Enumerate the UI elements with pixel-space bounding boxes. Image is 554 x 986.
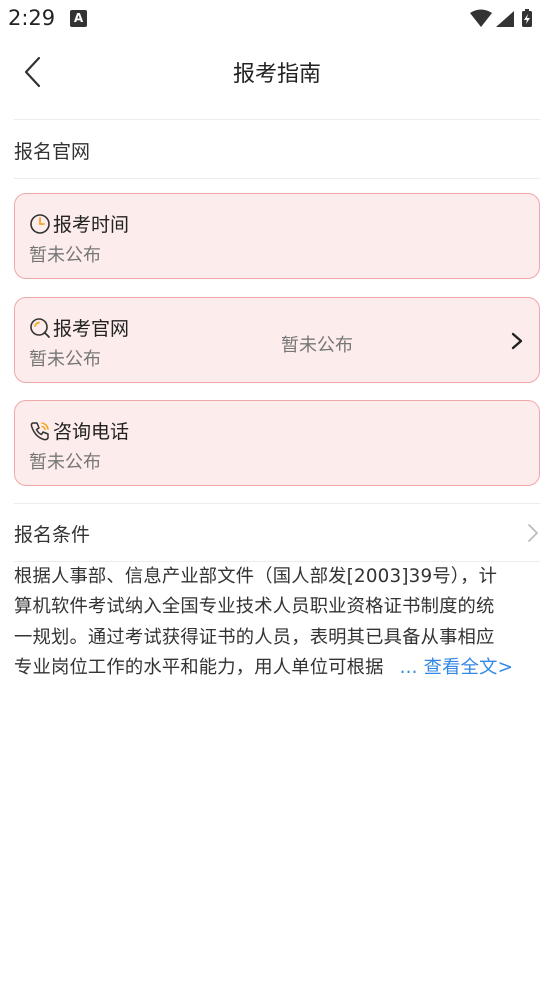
search-icon [30,318,50,338]
signal-battery-icons [470,9,532,27]
status-time: 2:29 [8,6,56,30]
divider [14,178,540,179]
clock-icon [30,214,50,234]
card-title: 咨询电话 [53,421,130,443]
cell-signal-icon [496,11,514,27]
phone-icon [30,422,49,441]
wifi-icon [470,9,492,27]
section-label-conditions: 报名条件 [14,524,91,546]
chevron-right-icon [511,332,523,350]
card-phone: 咨询电话 暂未公布 [14,400,540,486]
divider [14,503,540,504]
card-exam-time: 报考时间 暂未公布 [14,193,540,279]
notification-icon: A [70,10,87,27]
text-line-last: 专业岗位工作的水平和能力，用人单位可根据 ... 查看全文> [14,653,544,683]
chevron-right-icon [528,524,538,542]
page-title: 报考指南 [232,62,321,87]
card-title: 报考官网 [53,318,130,340]
card-official-site[interactable]: 报考官网 暂未公布 暂未公布 [14,297,540,383]
card-center-value: 暂未公布 [281,335,353,356]
card-value: 暂未公布 [29,452,101,473]
status-bar: 2:29 A [0,0,554,38]
text-line: 一规划。通过考试获得证书的人员，表明其已具备从事相应 [14,626,495,648]
text-line: 根据人事部、信息产业部文件（国人部发[2003]39号），计 [14,566,498,587]
conditions-row[interactable]: 报名条件 [0,505,554,561]
card-value: 暂未公布 [29,349,101,370]
conditions-text: 根据人事部、信息产业部文件（国人部发[2003]39号），计 算机软件考试纳入全… [14,562,544,683]
text-line: 算机软件考试纳入全国专业技术人员职业资格证书制度的统 [14,596,495,618]
app-bar: 报考指南 [0,38,554,104]
divider [14,119,540,120]
read-more-link[interactable]: ... 查看全文> [400,657,514,678]
card-title: 报考时间 [53,214,130,236]
text-line-content: 专业岗位工作的水平和能力，用人单位可根据 [14,656,384,678]
section-label-official-site: 报名官网 [14,141,91,163]
card-value: 暂未公布 [29,245,101,266]
